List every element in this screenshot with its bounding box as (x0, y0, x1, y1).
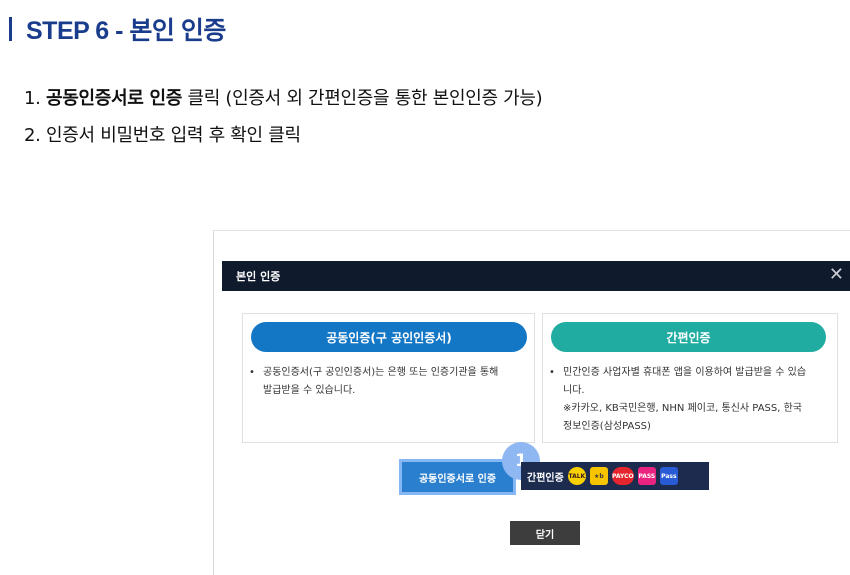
modal-title: 본인 인증 (236, 270, 281, 283)
simple-auth-button[interactable]: 간편인증 TALK ★b PAYCO PASS Pass (521, 462, 709, 490)
bullet: • (249, 367, 255, 378)
description-line: 니다. (563, 385, 585, 396)
description-line: 공동인증서(구 공인인증서)는 은행 또는 인증기관을 통해 (263, 367, 499, 378)
simple-auth-panel: 간편인증 • 민간인증 사업자별 휴대폰 앱을 이용하여 발급받을 수 있습 니… (542, 313, 838, 443)
description-line: 민간인증 사업자별 휴대폰 앱을 이용하여 발급받을 수 있습 (563, 367, 807, 378)
step-title: STEP 6 - 본인 인증 (9, 12, 226, 46)
instruction-1-number: 1. (24, 88, 41, 109)
step-title-text: STEP 6 - 본인 인증 (26, 17, 226, 45)
description-line: 정보인증(삼성PASS) (563, 421, 651, 432)
simple-auth-description: 민간인증 사업자별 휴대폰 앱을 이용하여 발급받을 수 있습 니다. ※카카오… (563, 364, 806, 436)
joint-cert-panel: 공동인증(구 공인인증서) • 공동인증서(구 공인인증서)는 은행 또는 인증… (242, 313, 535, 443)
instruction-2-text: 인증서 비밀번호 입력 후 확인 클릭 (46, 125, 301, 146)
payco-icon: PAYCO (611, 467, 634, 485)
close-button[interactable]: 닫기 (510, 521, 580, 545)
instruction-1-text: 클릭 (인증서 외 간편인증을 통한 본인인증 가능) (182, 88, 543, 109)
simple-auth-pill: 간편인증 (551, 322, 826, 352)
description-line: 발급받을 수 있습니다. (263, 385, 356, 396)
kakao-talk-icon: TALK (567, 467, 586, 485)
modal-screenshot: 본인 인증 ✕ 공동인증(구 공인인증서) • 공동인증서(구 공인인증서)는 … (213, 230, 850, 575)
joint-cert-description: 공동인증서(구 공인인증서)는 은행 또는 인증기관을 통해 발급받을 수 있습… (263, 364, 498, 400)
modal-header: 본인 인증 ✕ (222, 261, 850, 291)
instruction-2: 2. 인증서 비밀번호 입력 후 확인 클릭 (24, 121, 301, 147)
joint-cert-pill: 공동인증(구 공인인증서) (251, 322, 527, 352)
instruction-1-highlight: 공동인증서로 인증 (46, 88, 183, 109)
instruction-2-number: 2. (24, 125, 41, 146)
description-line: ※카카오, KB국민은행, NHN 페이코, 통신사 PASS, 한국 (563, 403, 802, 414)
instruction-1: 1. 공동인증서로 인증 클릭 (인증서 외 간편인증을 통한 본인인증 가능) (24, 84, 543, 110)
pass-icon: PASS (637, 467, 656, 485)
kb-star-icon: ★b (589, 467, 608, 485)
close-icon[interactable]: ✕ (829, 264, 844, 285)
provider-icons: TALK ★b PAYCO PASS Pass (567, 467, 682, 485)
joint-cert-auth-button[interactable]: 공동인증서로 인증 (399, 459, 516, 495)
title-accent-bar (9, 17, 12, 41)
simple-auth-label: 간편인증 (527, 472, 564, 484)
bullet: • (549, 367, 555, 378)
samsung-pass-icon: Pass (659, 467, 678, 485)
